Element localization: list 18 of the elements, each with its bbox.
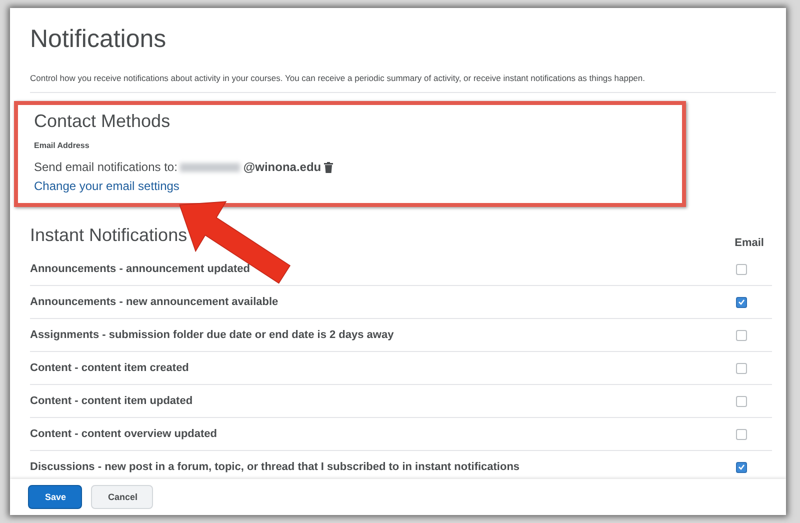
email-settings-link[interactable]: Change your email settings [34,179,180,193]
field-label: Email Address [34,141,90,150]
cancel-button[interactable]: Cancel [91,485,153,509]
section-title: Contact Methods [34,110,172,133]
notification-label: Content - content item updated [30,395,193,407]
column-header: Email [734,237,764,249]
notification-label: Announcements - announcement updated [30,263,250,275]
notification-label: Content - content item created [30,362,189,374]
section-title: Instant Notifications [30,224,188,247]
notification-label: Assignments - submission folder due date or end date is 2 days away [30,329,394,341]
page-title: Notifications [30,24,168,55]
notification-label: Content - content overview updated [30,428,218,440]
notification-label: Announcements - new announcement available [30,296,278,308]
email-domain: @winona.edu [243,160,322,174]
notification-label: Discussions - new post in a forum, topic, or thread that I subscribed to in instant notifications [30,461,520,473]
page-description: Control how you receive notifications about activity in your courses. You can receive a periodic summary of activity, or receive instant notifications as things happen. [30,73,776,93]
save-button[interactable]: Save [28,485,82,509]
send-text: Send email notifications to: [34,160,178,174]
